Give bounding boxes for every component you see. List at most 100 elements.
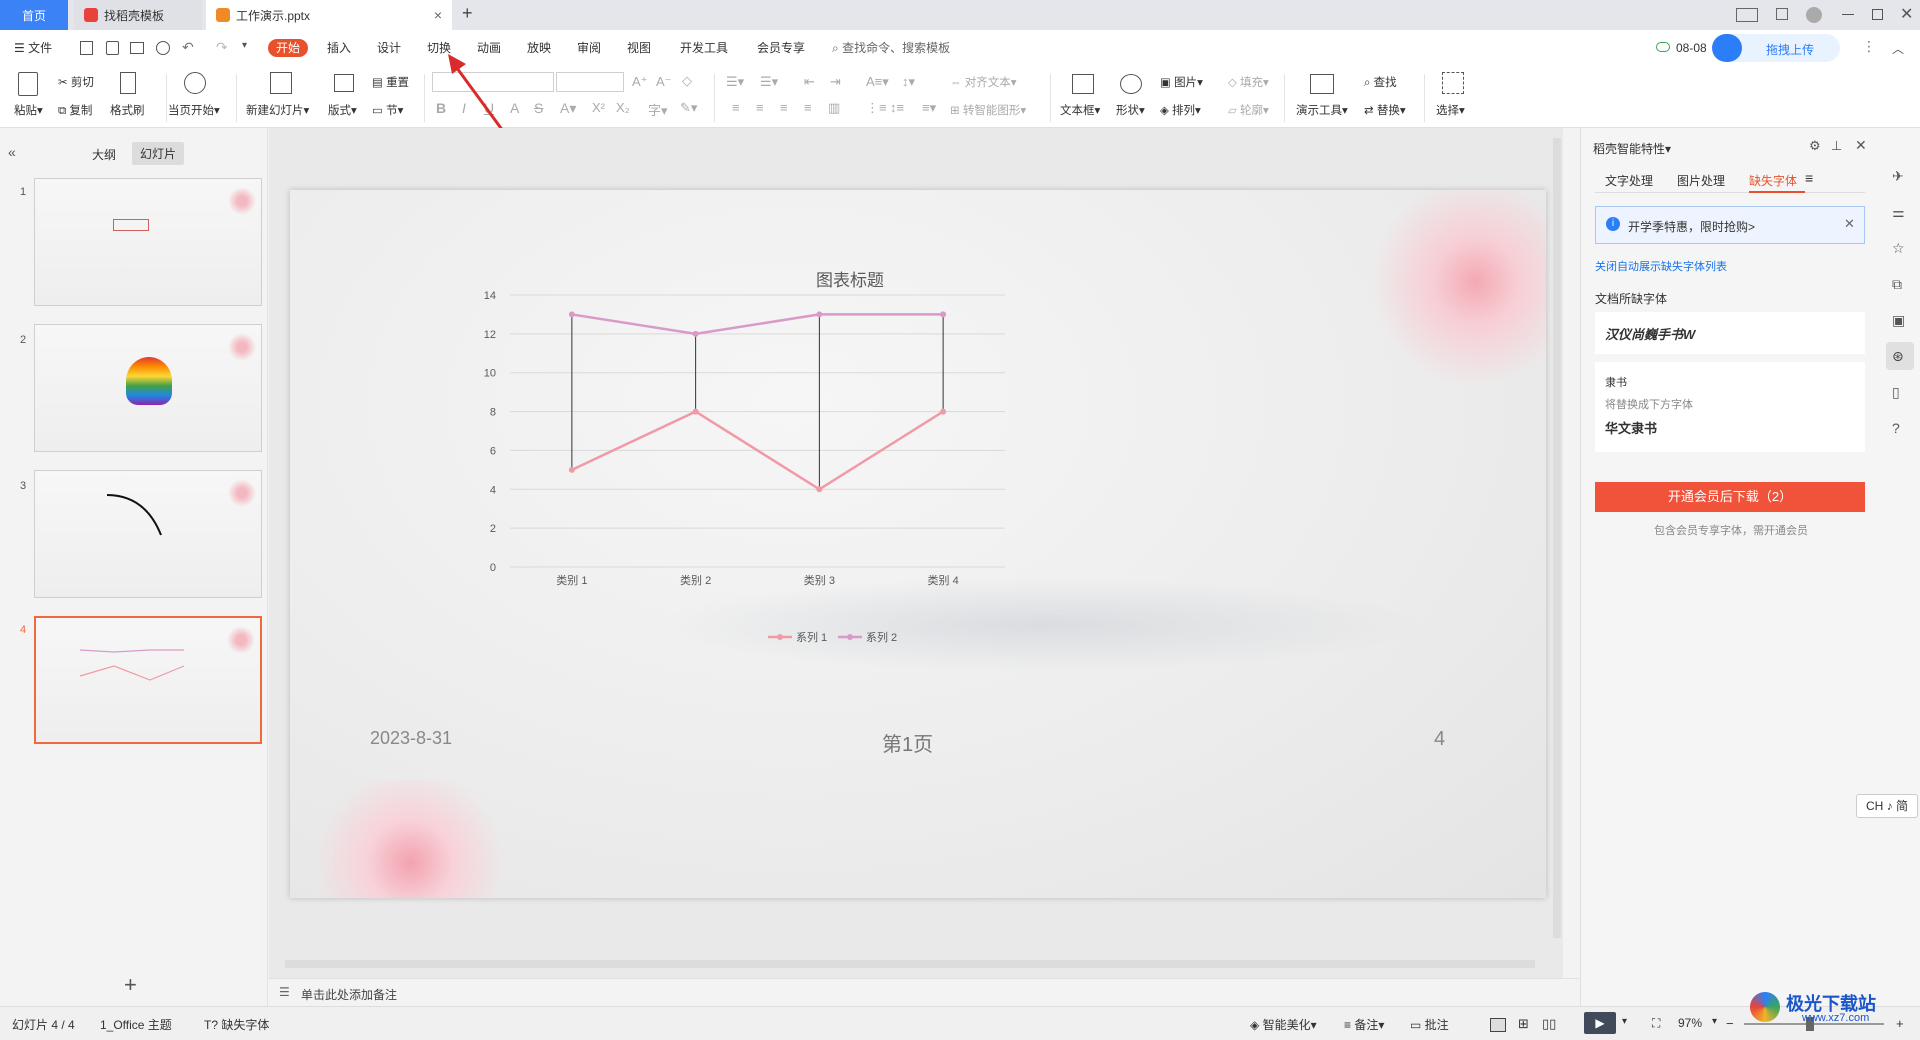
missing-font-card-2[interactable]: 隶书 将替换成下方字体 华文隶书 <box>1595 362 1865 452</box>
line-chart[interactable]: 图表标题 02468101214 类别 1 类别 2 类别 3 类别 4 系列 1 系列… <box>290 190 1546 898</box>
menu-member[interactable]: 会员专享 <box>757 30 805 66</box>
settings-icon[interactable]: ⚙ <box>1809 138 1821 154</box>
menu-developer[interactable]: 开发工具 <box>680 30 728 66</box>
export-pdf-icon[interactable] <box>106 41 119 55</box>
zoom-dropdown-icon[interactable]: ▾ <box>1712 1016 1717 1027</box>
redo-icon[interactable]: ↷ <box>216 39 228 56</box>
columns-icon[interactable]: ⋮≡ <box>866 100 887 116</box>
star-icon[interactable]: ☆ <box>1892 240 1905 257</box>
char-spacing-icon[interactable]: 字▾ <box>648 100 668 119</box>
undo-icon[interactable]: ↶ <box>182 39 194 56</box>
tab-slides[interactable]: 幻灯片 <box>132 142 185 165</box>
beautify-button[interactable]: ◈ 智能美化▾ <box>1250 1016 1317 1033</box>
copy-layers-icon[interactable]: ⧉ <box>1892 276 1902 293</box>
arrange-button[interactable]: ◈ 排列▾ <box>1160 102 1201 118</box>
missing-fonts-status[interactable]: T? 缺失字体 <box>204 1016 269 1033</box>
align-text-button[interactable]: ⇔ 对齐文本▾ <box>950 74 1016 90</box>
collapse-panel-icon[interactable]: « <box>8 144 16 160</box>
tab-document[interactable]: 工作演示.pptx × <box>206 0 452 30</box>
slide-thumbnail-3[interactable] <box>34 470 262 598</box>
highlight-icon[interactable]: ✎▾ <box>680 100 697 116</box>
close-promo-icon[interactable]: ✕ <box>1844 216 1855 232</box>
slide-thumbnail-1[interactable] <box>34 178 262 306</box>
quick-access-dropdown-icon[interactable]: ▾ <box>242 40 247 51</box>
line-spacing-2-icon[interactable]: ≡▾ <box>922 100 936 116</box>
tab-menu-icon[interactable]: ≡ <box>1805 170 1813 186</box>
restore-icon[interactable] <box>1872 9 1883 20</box>
font-color-icon[interactable]: A▾ <box>560 100 576 117</box>
select-button[interactable]: 选择▾ <box>1436 102 1465 118</box>
save-icon[interactable] <box>80 41 93 55</box>
font-size-select[interactable] <box>556 72 624 92</box>
play-slideshow-icon[interactable]: ▶ <box>1584 1012 1616 1034</box>
adjust-icon[interactable]: ⚌ <box>1892 204 1905 221</box>
menu-insert[interactable]: 插入 <box>327 30 351 66</box>
promo-banner[interactable]: i 开学季特惠，限时抢购> ✕ <box>1595 206 1865 244</box>
notes-bar[interactable]: ☰ 单击此处添加备注 <box>269 978 1579 1006</box>
justify-icon[interactable]: ≡ <box>804 100 812 115</box>
clear-format-icon[interactable]: ◇ <box>682 73 692 89</box>
panel-title[interactable]: 稻壳智能特性▾ <box>1593 140 1671 157</box>
slide-thumbnail-4[interactable] <box>34 616 262 744</box>
align-left-icon[interactable]: ≡ <box>732 100 740 115</box>
print-preview-icon[interactable] <box>156 41 170 55</box>
comments-toggle[interactable]: ▭ 批注 <box>1410 1016 1449 1033</box>
menu-design[interactable]: 设计 <box>377 30 401 66</box>
menu-review[interactable]: 审阅 <box>577 30 601 66</box>
textbox-button[interactable]: 文本框▾ <box>1060 102 1100 118</box>
tab-outline[interactable]: 大纲 <box>92 146 116 163</box>
reading-view-icon[interactable]: ▯▯ <box>1542 1016 1556 1032</box>
find-button[interactable]: ⌕ 查找 <box>1364 74 1397 90</box>
superscript-icon[interactable]: X² <box>592 100 605 115</box>
minimize-icon[interactable] <box>1842 14 1854 15</box>
tab-text-processing[interactable]: 文字处理 <box>1605 172 1653 189</box>
new-tab-button[interactable]: + <box>462 3 473 24</box>
section-button[interactable]: ▭ 节▾ <box>372 102 403 118</box>
book-icon[interactable]: ▯ <box>1892 384 1900 401</box>
para-spacing-icon[interactable]: ↕≡ <box>890 100 904 115</box>
increase-indent-icon[interactable]: ⇥ <box>830 74 841 90</box>
increase-font-icon[interactable]: A⁺ <box>632 74 648 90</box>
cloud-sync-icon[interactable] <box>1656 42 1670 52</box>
to-smartart-button[interactable]: ⊞ 转智能图形▾ <box>950 102 1026 118</box>
close-window-icon[interactable]: ✕ <box>1900 4 1913 24</box>
download-fonts-button[interactable]: 开通会员后下载（2） <box>1595 482 1865 512</box>
bullets-icon[interactable]: ☰▾ <box>726 74 744 90</box>
decrease-indent-icon[interactable]: ⇤ <box>804 74 815 90</box>
missing-font-card-1[interactable]: 汉仪尚巍手书W <box>1595 312 1865 354</box>
close-tab-icon[interactable]: × <box>434 7 442 23</box>
numbering-icon[interactable]: ☰▾ <box>760 74 778 90</box>
replace-button[interactable]: ⇄ 替换▾ <box>1364 102 1406 118</box>
upload-pill[interactable]: 拖拽上传 <box>1712 34 1840 62</box>
menu-home[interactable]: 开始 <box>268 39 309 57</box>
print-icon[interactable] <box>130 42 144 54</box>
rocket-icon[interactable]: ✈ <box>1892 168 1904 185</box>
more-icon[interactable]: ⋮ <box>1862 38 1876 55</box>
paste-button[interactable]: 粘贴▾ <box>14 102 43 118</box>
align-center-icon[interactable]: ≡ <box>756 100 764 115</box>
file-menu[interactable]: ☰ 文件 <box>14 30 52 66</box>
decrease-font-icon[interactable]: A⁻ <box>656 74 672 90</box>
menu-view[interactable]: 视图 <box>627 30 651 66</box>
tab-template-store[interactable]: 找稻壳模板 <box>74 0 202 30</box>
theme-name[interactable]: 1_Office 主题 <box>100 1016 172 1033</box>
subscript-icon[interactable]: X₂ <box>616 100 630 115</box>
present-tool-button[interactable]: 演示工具▾ <box>1296 102 1348 118</box>
layout-button[interactable]: 版式▾ <box>328 102 357 118</box>
vertical-scrollbar[interactable] <box>1553 138 1561 938</box>
text-direction-icon[interactable]: A≡▾ <box>866 74 889 90</box>
avatar[interactable] <box>1806 7 1822 23</box>
zoom-out-icon[interactable]: − <box>1726 1016 1734 1031</box>
grid-view-icon[interactable] <box>1776 8 1788 20</box>
reset-button[interactable]: ▤ 重置 <box>372 74 409 90</box>
outline-button[interactable]: ▱ 轮廓▾ <box>1228 102 1269 118</box>
ime-indicator[interactable]: CH ♪ 简 <box>1856 794 1918 818</box>
font-tool-icon[interactable]: ⊛ <box>1892 348 1904 365</box>
slide-sorter-icon[interactable]: ⊞ <box>1518 1016 1529 1032</box>
shape-button[interactable]: 形状▾ <box>1116 102 1145 118</box>
tab-missing-fonts[interactable]: 缺失字体 <box>1749 172 1797 189</box>
slide-4[interactable]: 图表标题 0 2 4 6 8 10 12 14 类别 1 类别 2 类别 3 类别 4 系列 1 系列… <box>290 190 1546 898</box>
tab-image-processing[interactable]: 图片处理 <box>1677 172 1725 189</box>
horizontal-scrollbar[interactable] <box>285 960 1535 968</box>
fit-window-icon[interactable]: ⛶ <box>1652 1016 1660 1031</box>
